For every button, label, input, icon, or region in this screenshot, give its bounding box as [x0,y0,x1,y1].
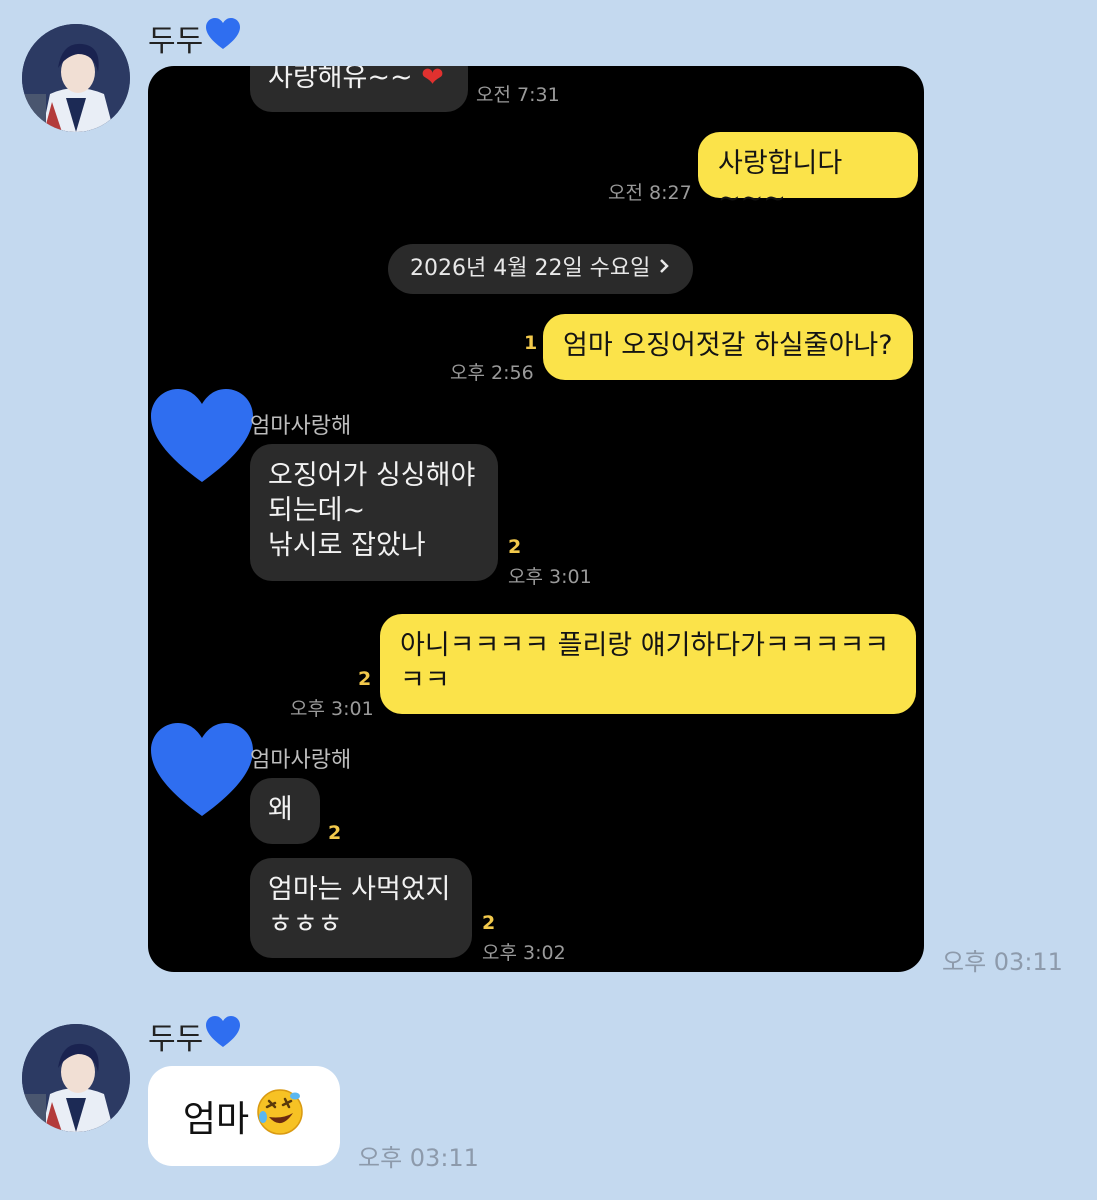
sender-avatar[interactable] [22,24,130,132]
message-time: 오후 2:56 [450,362,534,384]
message-time: 오전 8:27 [608,182,692,204]
message-time: 오전 7:31 [476,84,560,106]
blue-heart-icon[interactable] [148,378,256,500]
unread-count: 2 [358,668,372,690]
received-bubble-partial: 사랑해유~~ ❤ [250,66,468,112]
chevron-right-icon [657,256,671,281]
shared-screenshot-image[interactable]: 사랑해유~~ ❤ 오전 7:31 사랑합니다~~~ 오전 8:27 2026년 … [148,66,924,972]
message-time: 오후 03:11 [942,948,1063,976]
sender-name: 엄마사랑해 [250,414,352,439]
sender-name: 엄마사랑해 [250,748,352,773]
rolling-laughing-emoji-icon [255,1087,305,1146]
sender-avatar[interactable] [22,1024,130,1132]
unread-count: 2 [328,822,342,844]
avatar-illustration [22,24,130,132]
message-time: 오후 3:01 [508,566,592,588]
received-bubble: 엄마는 사먹었지 ㅎㅎㅎ [250,858,472,958]
message-time: 오후 3:01 [290,698,374,720]
received-bubble: 오징어가 싱싱해야 되는데~ 낚시로 잡았나 [250,444,498,581]
sent-bubble: 아니ㅋㅋㅋㅋ 플리랑 얘기하다가ㅋㅋㅋㅋㅋ ㅋㅋ [380,614,916,714]
red-heart-icon: ❤ [421,66,444,93]
sent-bubble: 사랑합니다~~~ [698,132,918,214]
received-bubble: 왜 [250,778,320,844]
message-time: 오후 03:11 [358,1144,479,1172]
avatar-illustration [22,1024,130,1132]
unread-count: 1 [524,332,538,354]
date-divider[interactable]: 2026년 4월 22일 수요일 [388,244,694,294]
received-bubble[interactable]: 엄마 [148,1066,340,1166]
message-time: 오후 3:02 [482,942,566,964]
unread-count: 2 [482,912,496,934]
sent-bubble: 엄마 오징어젓갈 하실줄아나? [543,314,913,380]
blue-heart-icon[interactable] [148,712,256,834]
sender-name: 두두 [148,1014,241,1058]
unread-count: 2 [508,536,522,558]
sender-name: 두두 [148,16,241,60]
blue-heart-icon [205,1015,241,1057]
blue-heart-icon [205,17,241,59]
